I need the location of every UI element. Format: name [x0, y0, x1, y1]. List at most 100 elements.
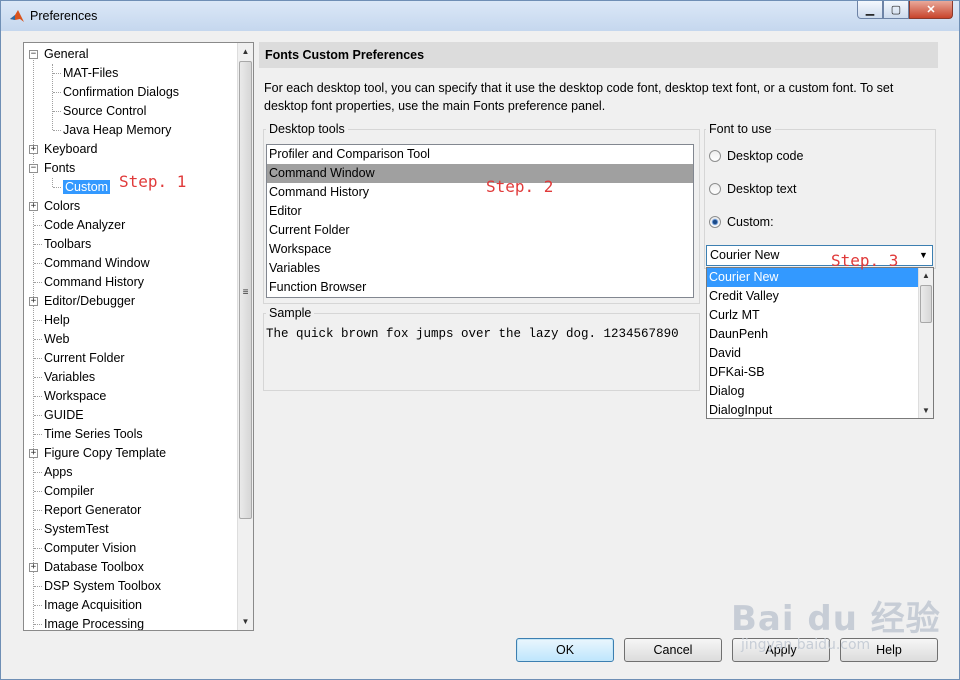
tree-item-figure-copy-template[interactable]: Figure Copy Template	[44, 444, 166, 462]
tree-item-java-heap-memory[interactable]: Java Heap Memory	[63, 121, 171, 139]
desktop-tool-variables[interactable]: Variables	[267, 259, 693, 278]
tree-item-keyboard[interactable]: Keyboard	[44, 140, 98, 158]
tree-item-label: Compiler	[44, 484, 95, 498]
font-to-use-label: Font to use	[706, 122, 775, 136]
font-dropdown-scrollbar[interactable]: ▲ ▼	[918, 268, 933, 418]
maximize-icon[interactable]: ▢	[883, 1, 909, 19]
sample-label: Sample	[266, 306, 315, 320]
tree-item-command-window[interactable]: Command Window	[44, 254, 150, 272]
tree-item-current-folder[interactable]: Current Folder	[44, 349, 125, 367]
collapse-icon[interactable]: −	[29, 164, 38, 173]
tree-item-image-processing[interactable]: Image Processing	[44, 615, 144, 630]
desktop-tool-profiler-and-comparison-tool[interactable]: Profiler and Comparison Tool	[267, 145, 693, 164]
radio-label: Desktop code	[727, 149, 804, 163]
tree-item-time-series-tools[interactable]: Time Series Tools	[44, 425, 143, 443]
tree-item-label: Report Generator	[44, 503, 142, 517]
tree-connector	[34, 225, 42, 226]
font-combobox-value: Courier New	[710, 248, 780, 262]
tree-item-label: Computer Vision	[44, 541, 137, 555]
tree-item-label: Command Window	[44, 256, 150, 270]
radio-button-icon[interactable]	[709, 183, 721, 195]
arrow-down-icon[interactable]: ▼	[238, 614, 253, 629]
arrow-up-icon[interactable]: ▲	[919, 268, 933, 283]
tree-connector	[34, 377, 42, 378]
tree-item-source-control[interactable]: Source Control	[63, 102, 146, 120]
tree-item-apps[interactable]: Apps	[44, 463, 73, 481]
tree-item-label: Time Series Tools	[44, 427, 143, 441]
tree-connector	[53, 187, 61, 188]
tree-connector	[34, 358, 42, 359]
tree-connector	[53, 111, 61, 112]
expand-icon[interactable]: +	[29, 449, 38, 458]
tree-item-colors[interactable]: Colors	[44, 197, 80, 215]
tree-item-fonts[interactable]: Fonts	[44, 159, 75, 177]
tree-item-database-toolbox[interactable]: Database Toolbox	[44, 558, 144, 576]
tree-item-confirmation-dialogs[interactable]: Confirmation Dialogs	[63, 83, 179, 101]
tree-item-workspace[interactable]: Workspace	[44, 387, 106, 405]
tree-item-label: Toolbars	[44, 237, 92, 251]
tree-item-guide[interactable]: GUIDE	[44, 406, 84, 424]
font-option-credit-valley[interactable]: Credit Valley	[707, 287, 919, 306]
expand-icon[interactable]: +	[29, 563, 38, 572]
tree-item-mat-files[interactable]: MAT-Files	[63, 64, 118, 82]
preferences-tree[interactable]: − General MAT-Files Confirmation Dialogs Sou…	[23, 42, 254, 631]
desktop-tool-editor[interactable]: Editor	[267, 202, 693, 221]
tree-item-editor-debugger[interactable]: Editor/Debugger	[44, 292, 135, 310]
tree-item-report-generator[interactable]: Report Generator	[44, 501, 141, 519]
radio-button-icon[interactable]	[709, 216, 721, 228]
font-option-curlz-mt[interactable]: Curlz MT	[707, 306, 919, 325]
tree-item-label: Web	[44, 332, 70, 346]
font-option-dialog[interactable]: Dialog	[707, 382, 919, 401]
step2-annotation: Step. 2	[486, 177, 554, 196]
chevron-down-icon[interactable]: ▼	[915, 246, 932, 265]
arrow-up-icon[interactable]: ▲	[238, 44, 253, 59]
font-option-daunpenh[interactable]: DaunPenh	[707, 325, 919, 344]
tree-item-help[interactable]: Help	[44, 311, 70, 329]
close-icon[interactable]: ✕	[909, 1, 953, 19]
tree-item-compiler[interactable]: Compiler	[44, 482, 94, 500]
tree-root-line	[33, 54, 34, 630]
tree-item-variables[interactable]: Variables	[44, 368, 95, 386]
expand-icon[interactable]: +	[29, 202, 38, 211]
tree-item-command-history[interactable]: Command History	[44, 273, 144, 291]
tree-item-label: Custom	[63, 180, 111, 194]
font-option-courier-new[interactable]: Courier New	[707, 268, 919, 287]
tree-item-image-acquisition[interactable]: Image Acquisition	[44, 596, 142, 614]
step3-annotation: Step. 3	[831, 251, 899, 270]
expand-icon[interactable]: +	[29, 145, 38, 154]
tree-connector	[34, 396, 42, 397]
desktop-tool-command-history[interactable]: Command History	[267, 183, 693, 202]
font-dropdown-scrollbar-thumb[interactable]	[920, 285, 932, 323]
collapse-icon[interactable]: −	[29, 50, 38, 59]
tree-item-label: Workspace	[44, 389, 107, 403]
expand-icon[interactable]: +	[29, 297, 38, 306]
ok-button[interactable]: OK	[516, 638, 614, 662]
font-combobox[interactable]: Courier New ▼	[706, 245, 933, 266]
tree-connector	[34, 491, 42, 492]
tree-item-code-analyzer[interactable]: Code Analyzer	[44, 216, 125, 234]
tree-item-general[interactable]: General	[44, 45, 88, 63]
tree-connector	[34, 282, 42, 283]
desktop-tool-command-window[interactable]: Command Window	[267, 164, 693, 183]
desktop-tool-function-browser[interactable]: Function Browser	[267, 278, 693, 297]
tree-item-toolbars[interactable]: Toolbars	[44, 235, 91, 253]
desktop-tools-list[interactable]: Profiler and Comparison Tool Command Wind…	[266, 144, 694, 298]
font-dropdown-list[interactable]: Courier New Credit Valley Curlz MT DaunPenh…	[706, 267, 934, 419]
title-bar[interactable]: Preferences ▁ ▢ ✕	[1, 1, 959, 31]
tree-item-systemtest[interactable]: SystemTest	[44, 520, 109, 538]
tree-scrollbar[interactable]: ▲ ≡ ▼	[237, 43, 253, 630]
font-option-david[interactable]: David	[707, 344, 919, 363]
minimize-icon[interactable]: ▁	[857, 1, 883, 19]
tree-item-dsp-system-toolbox[interactable]: DSP System Toolbox	[44, 577, 161, 595]
font-option-dialoginput[interactable]: DialogInput	[707, 401, 919, 418]
tree-item-custom[interactable]: Custom	[63, 178, 111, 196]
desktop-tool-current-folder[interactable]: Current Folder	[267, 221, 693, 240]
font-option-dfkai-sb[interactable]: DFKai-SB	[707, 363, 919, 382]
tree-item-computer-vision[interactable]: Computer Vision	[44, 539, 136, 557]
radio-button-icon[interactable]	[709, 150, 721, 162]
tree-child-line	[52, 178, 53, 187]
desktop-tool-workspace[interactable]: Workspace	[267, 240, 693, 259]
arrow-down-icon[interactable]: ▼	[919, 403, 933, 418]
tree-item-label: Colors	[44, 199, 81, 213]
tree-item-web[interactable]: Web	[44, 330, 69, 348]
